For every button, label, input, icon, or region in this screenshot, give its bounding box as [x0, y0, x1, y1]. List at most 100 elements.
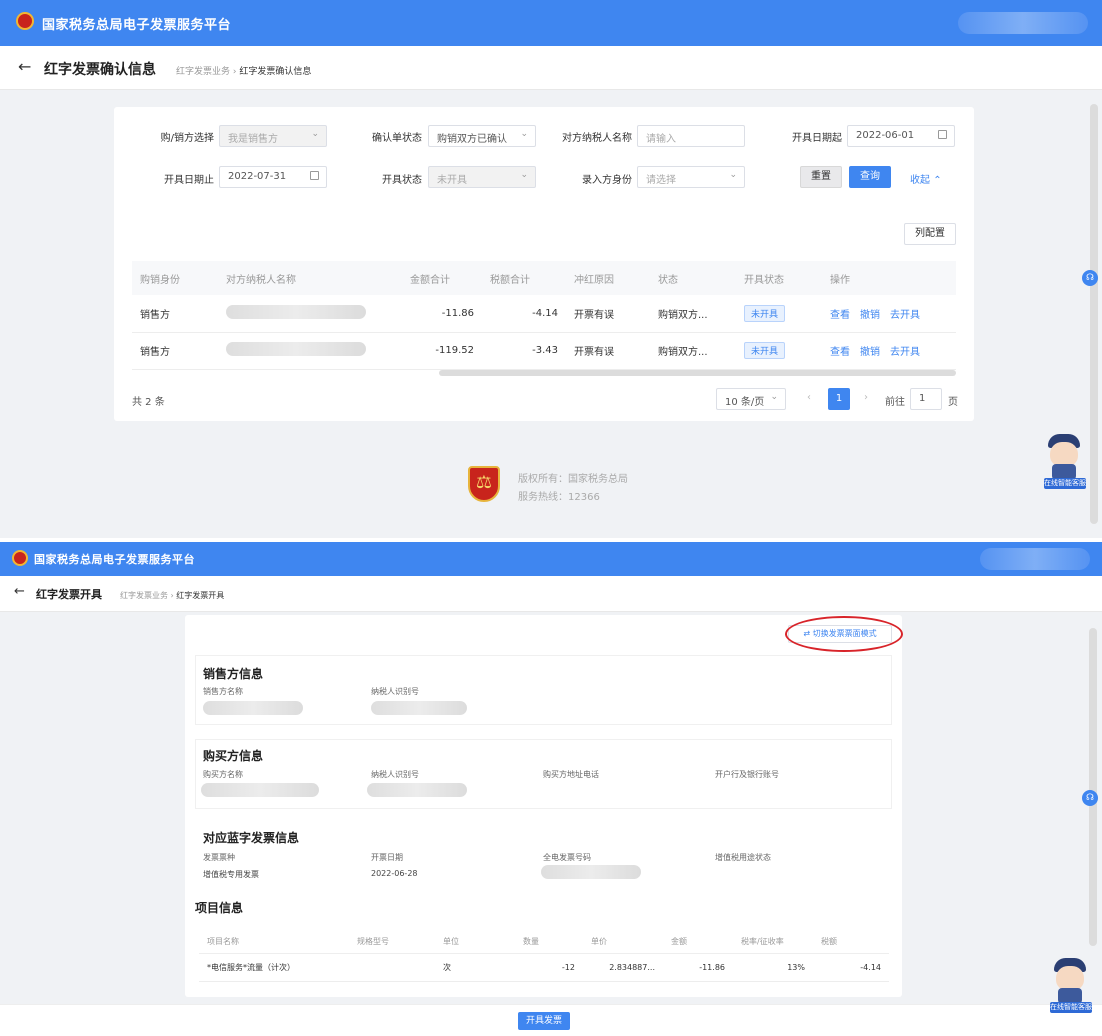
buyer-bank-label: 开户行及银行账号	[715, 770, 779, 779]
page-scrollbar[interactable]	[1089, 628, 1097, 946]
cell-status: 购销双方...	[650, 295, 736, 333]
invoice-type-value: 增值税专用发票	[203, 870, 259, 879]
confirm-status-select[interactable]: 购销双方已确认 ⌄	[428, 125, 536, 147]
issue-status-label: 开具状态	[382, 175, 422, 186]
view-link[interactable]: 查看	[830, 310, 850, 321]
counterpart-input[interactable]: 请输入	[637, 125, 745, 147]
seller-section	[195, 655, 892, 725]
page-scrollbar[interactable]	[1090, 104, 1098, 524]
page-size-select[interactable]: 10 条/页 ⌄	[716, 388, 786, 410]
invoice-date-label: 开票日期	[371, 853, 403, 862]
issue-invoice-button[interactable]: 开具发票	[518, 1012, 570, 1030]
buyer-name-label: 购买方名称	[203, 770, 243, 779]
redacted-name	[226, 342, 366, 356]
back-arrow-icon[interactable]: ←	[18, 57, 31, 76]
cell-issue: 未开具	[736, 295, 822, 333]
page-unit: 页	[948, 397, 958, 408]
chevron-up-icon: ⌃	[933, 175, 942, 186]
entry-party-select[interactable]: 请选择 ⌄	[637, 166, 745, 188]
goto-label: 前往	[885, 397, 905, 408]
column-config-button[interactable]: 列配置	[904, 223, 956, 245]
page-title: 红字发票确认信息	[44, 62, 156, 78]
issue-status-value: 未开具	[437, 175, 467, 186]
next-page-icon[interactable]: ›	[864, 392, 868, 403]
date-start-picker[interactable]: 2022-06-01	[847, 125, 955, 147]
cell-amount: -119.52	[402, 332, 482, 370]
role-select: 我是销售方 ⌄	[219, 125, 327, 147]
cell-tax: -4.14	[482, 295, 566, 333]
top-app-header: 国家税务总局电子发票服务平台	[0, 0, 1102, 46]
page-size-value: 10 条/页	[725, 397, 765, 408]
issue-link[interactable]: 去开具	[890, 310, 920, 321]
tax-bureau-logo-icon: ⚖	[468, 466, 500, 502]
table-row[interactable]: *电信服务*流量（计次） 次 -12 2.834887... -11.86 13…	[199, 953, 889, 982]
assistant-label: 在线智能客服	[1044, 478, 1086, 489]
table-row[interactable]: 销售方 -11.86 -4.14 开票有误 购销双方... 未开具 查看 撤销 去开…	[132, 295, 956, 333]
cell-unit: 次	[435, 953, 515, 982]
prev-page-icon[interactable]: ‹	[807, 392, 811, 403]
back-arrow-icon[interactable]: ←	[14, 584, 25, 599]
date-end-label: 开具日期止	[164, 175, 214, 186]
invoice-number-label: 全电发票号码	[543, 853, 591, 862]
invoice-form-card: ⇄ 切换发票票面模式 销售方信息 销售方名称 纳税人识别号 购买方信息 购买方名…	[185, 615, 903, 997]
redacted-name	[226, 304, 366, 319]
date-end-value: 2022-07-31	[228, 171, 287, 182]
date-end-picker[interactable]: 2022-07-31	[219, 166, 327, 188]
cell-spec	[349, 953, 435, 982]
cell-rate: 13%	[733, 953, 813, 982]
calendar-icon	[310, 171, 319, 180]
col-header: 购销身份	[132, 261, 218, 295]
calendar-icon	[938, 130, 947, 139]
table-horizontal-scrollbar[interactable]	[439, 370, 956, 376]
breadcrumb-current: 红字发票确认信息	[239, 67, 312, 77]
reset-button[interactable]: 重置	[800, 166, 842, 188]
cell-ops: 查看 撤销 去开具	[822, 332, 956, 370]
user-info-area[interactable]	[980, 548, 1090, 570]
user-info-area[interactable]	[958, 12, 1088, 34]
table-header-row: 购销身份 对方纳税人名称 金额合计 税额合计 冲红原因 状态 开具状态 操作	[132, 261, 956, 295]
col-header: 单价	[583, 931, 663, 954]
tax-emblem-icon	[16, 12, 34, 30]
col-header: 税额合计	[482, 261, 566, 295]
footer-copyright: 版权所有：国家税务总局	[518, 474, 628, 485]
col-header: 单位	[435, 931, 515, 954]
assistant-label: 在线智能客服	[1050, 1002, 1092, 1013]
headset-icon[interactable]: ☊	[1082, 790, 1098, 806]
cell-counterpart	[218, 295, 402, 333]
chevron-down-icon: ⌄	[520, 129, 528, 139]
revoke-link[interactable]: 撤销	[860, 310, 880, 321]
cell-issue: 未开具	[736, 332, 822, 370]
tax-emblem-icon	[12, 550, 28, 566]
cell-role: 销售方	[132, 332, 218, 370]
cell-amount: -11.86	[663, 953, 733, 982]
chevron-down-icon: ⌄	[729, 170, 737, 180]
seller-name-label: 销售方名称	[203, 687, 243, 696]
query-button[interactable]: 查询	[849, 166, 891, 188]
page-number-current[interactable]: 1	[828, 388, 850, 410]
confirm-status-label: 确认单状态	[372, 133, 422, 144]
cell-qty: -12	[515, 953, 583, 982]
assistant-avatar[interactable]: 在线智能客服	[1050, 958, 1096, 1016]
chevron-down-icon: ⌄	[311, 129, 319, 139]
date-start-value: 2022-06-01	[856, 130, 915, 141]
goto-page-input[interactable]: 1	[910, 388, 942, 410]
app-title: 国家税务总局电子发票服务平台	[42, 18, 232, 33]
col-header: 项目名称	[199, 931, 349, 954]
buyer-addr-label: 购买方地址电话	[543, 770, 599, 779]
revoke-link[interactable]: 撤销	[860, 347, 880, 358]
table-row[interactable]: 销售方 -119.52 -3.43 开票有误 购销双方... 未开具 查看 撤销去…	[132, 332, 956, 370]
chevron-down-icon: ⌄	[520, 170, 528, 180]
col-header: 税额	[813, 931, 889, 954]
cell-status: 购销双方...	[650, 332, 736, 370]
breadcrumb-parent[interactable]: 红字发票业务	[176, 67, 230, 77]
breadcrumb-parent[interactable]: 红字发票业务	[120, 591, 168, 600]
issue-link[interactable]: 去开具	[890, 347, 920, 358]
confirm-status-value: 购销双方已确认	[437, 134, 507, 145]
headset-icon[interactable]: ☊	[1082, 270, 1098, 286]
redacted-seller-name	[203, 701, 303, 715]
col-header: 金额合计	[402, 261, 482, 295]
assistant-avatar[interactable]: 在线智能客服	[1044, 434, 1090, 492]
cell-role: 销售方	[132, 295, 218, 333]
collapse-link[interactable]: 收起 ⌃	[910, 171, 942, 186]
view-link[interactable]: 查看	[830, 347, 850, 358]
